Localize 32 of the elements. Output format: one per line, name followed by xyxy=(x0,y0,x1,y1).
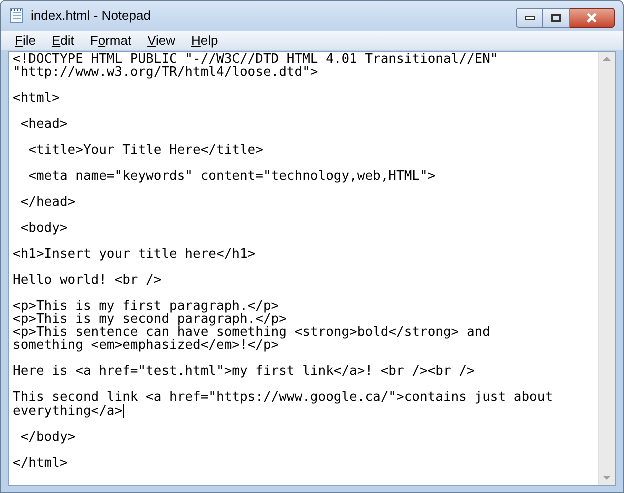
menu-item[interactable]: Edit xyxy=(46,32,80,49)
code-line: <head> xyxy=(20,118,68,131)
close-button[interactable] xyxy=(570,8,615,28)
window-title: index.html - Notepad xyxy=(31,7,151,26)
minimize-icon xyxy=(524,16,534,20)
code-line: <p>This sentence can have something <strong>bold</strong> and xyxy=(13,326,490,339)
code-line: <p>This is my first paragraph.</p> xyxy=(13,300,280,313)
maximize-button[interactable] xyxy=(543,8,570,28)
code-line: <body> xyxy=(20,222,68,235)
code-line: something <em>emphasized</em>!</p> xyxy=(13,339,280,352)
code-line: This second link <a href="https://www.google.ca/">contains just about xyxy=(13,391,554,404)
menu-item[interactable]: View xyxy=(142,32,182,49)
menu-item[interactable]: Help xyxy=(186,32,224,49)
code-line: <h1>Insert your title here</h1> xyxy=(13,248,256,261)
restore-icon xyxy=(551,14,561,22)
close-icon xyxy=(586,13,598,23)
code-line: Here is <a href="test.html">my first link</a>! <br /><br /> xyxy=(13,365,475,378)
code-line: <p>This is my second paragraph.</p> xyxy=(13,313,287,326)
code-line: <!DOCTYPE HTML PUBLIC "-//W3C//DTD HTML 4.01 Transitional//EN" xyxy=(13,53,498,66)
code-line: <html> xyxy=(13,92,60,105)
menu-item[interactable]: Format xyxy=(84,32,138,49)
code-line: <title>Your Title Here</title> xyxy=(28,144,264,157)
code-line: "http://www.w3.org/TR/html4/loose.dtd"> xyxy=(13,66,318,79)
code-line: </head> xyxy=(20,196,76,209)
menu-item[interactable]: File xyxy=(9,32,42,49)
notepad-icon xyxy=(9,8,25,24)
code-line: everything</a> xyxy=(13,404,123,418)
code-line: </body> xyxy=(20,431,76,444)
code-line: Hello world! <br /> xyxy=(13,274,162,287)
minimize-button[interactable] xyxy=(516,8,543,28)
code-line: </html> xyxy=(13,457,68,470)
code-line: <meta name="keywords" content="technology,web,HTML"> xyxy=(28,170,436,183)
